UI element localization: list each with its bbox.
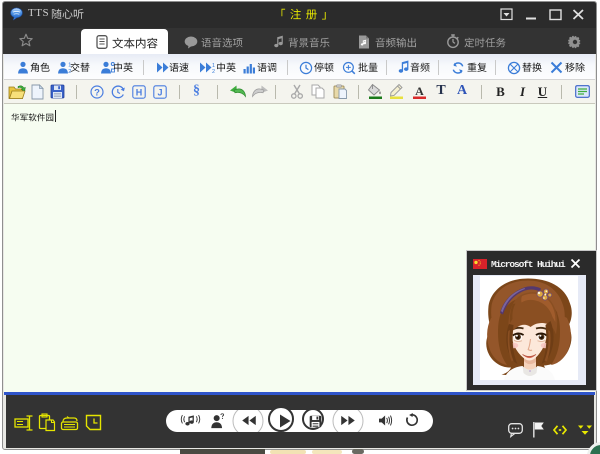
svg-text:A: A — [415, 84, 424, 98]
svg-text:2: 2 — [212, 69, 215, 73]
svg-text:J: J — [157, 88, 162, 98]
svg-text:?: ? — [94, 87, 100, 98]
svg-text:H: H — [136, 88, 143, 98]
